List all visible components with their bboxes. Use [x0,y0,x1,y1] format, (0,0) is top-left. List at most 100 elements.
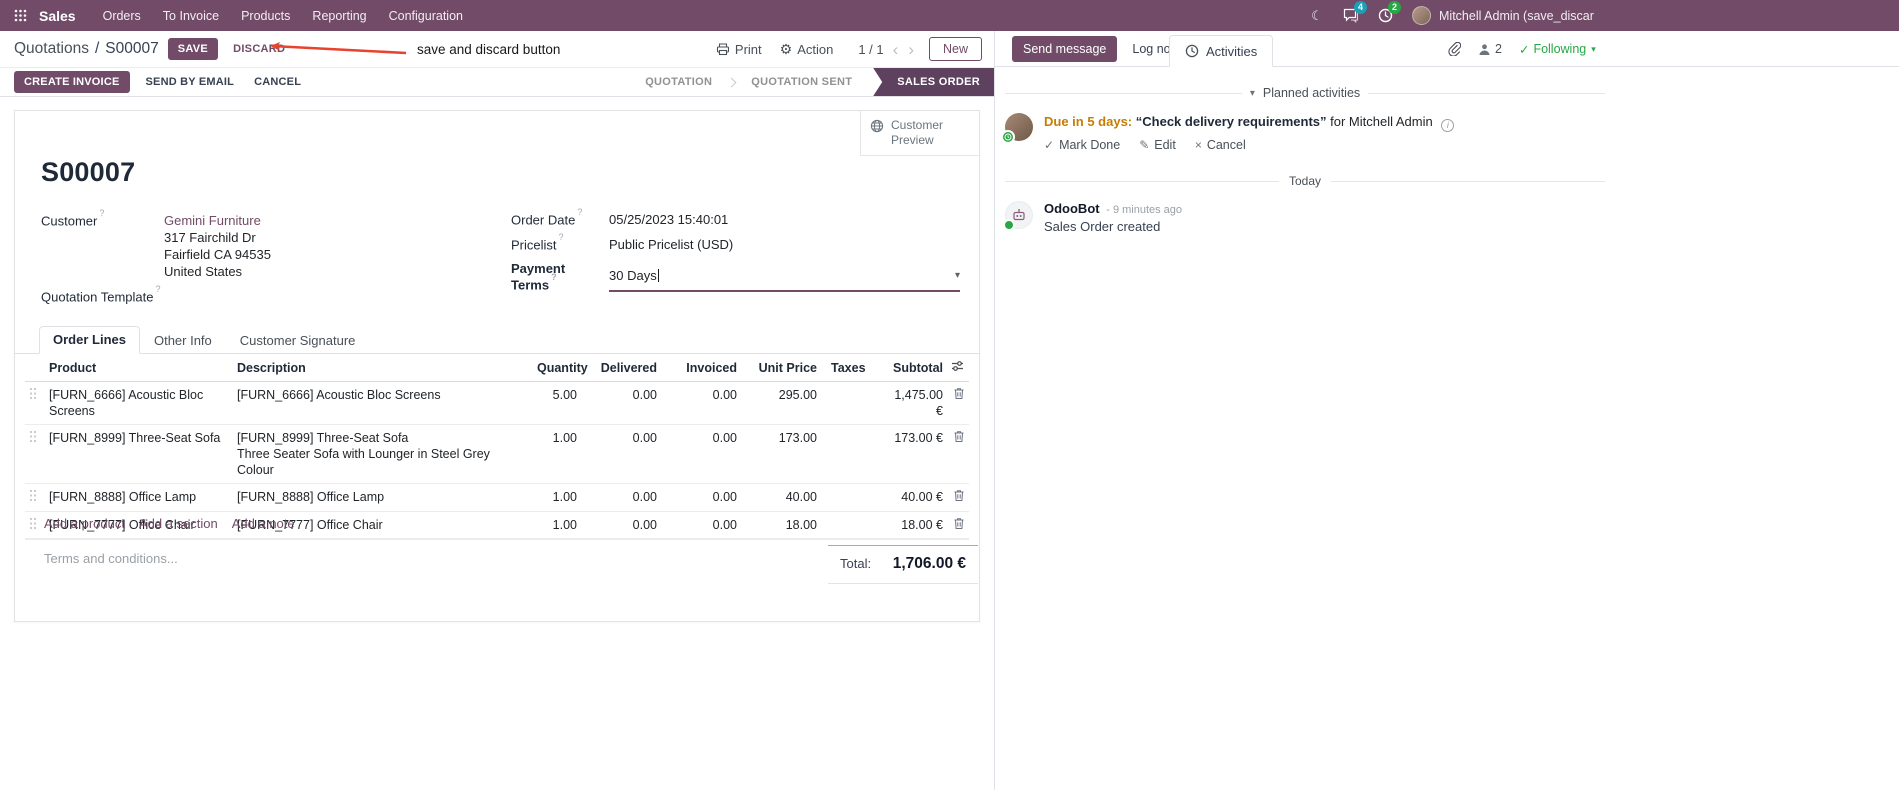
delete-line-icon[interactable] [947,424,969,484]
pager-next-icon[interactable]: › [903,41,919,58]
statusbar: CREATE INVOICE SEND BY EMAIL CANCEL QUOT… [0,67,994,97]
create-invoice-button[interactable]: CREATE INVOICE [14,71,130,93]
cell-invoiced[interactable]: 0.00 [661,424,741,484]
cell-product[interactable]: [FURN_8999] Three-Seat Sofa [45,424,233,484]
menu-products[interactable]: Products [230,0,301,31]
text-cursor [657,268,659,282]
cell-description[interactable]: [FURN_8999] Three-Seat Sofa Three Seater… [233,424,533,484]
cancel-activity-button[interactable]: × Cancel [1195,138,1246,152]
tab-order-lines[interactable]: Order Lines [39,326,140,354]
cell-taxes[interactable] [821,381,881,425]
delete-line-icon[interactable] [947,483,969,512]
dark-mode-moon-icon[interactable]: ☾ [1300,0,1334,31]
cell-product[interactable]: [FURN_8888] Office Lamp [45,483,233,512]
menu-reporting[interactable]: Reporting [301,0,377,31]
cell-delivered[interactable]: 0.00 [581,483,661,512]
caret-down-icon: ▾ [1249,87,1255,99]
pager-previous-icon[interactable]: ‹ [888,41,904,58]
cell-taxes[interactable] [821,483,881,512]
menu-configuration[interactable]: Configuration [378,0,474,31]
cell-quantity[interactable]: 5.00 [533,381,581,425]
add-a-note-link[interactable]: Add a note [232,516,295,531]
delete-line-icon[interactable] [947,381,969,425]
cell-taxes[interactable] [821,424,881,484]
user-menu[interactable]: Mitchell Admin (save_discar [1439,9,1594,23]
tab-customer-signature[interactable]: Customer Signature [226,327,370,354]
message-header: OdooBot - 9 minutes ago [1044,201,1182,216]
breadcrumb-current: S00007 [105,40,159,57]
cell-quantity[interactable]: 1.00 [533,424,581,484]
order-line-row[interactable]: [FURN_8999] Three-Seat Sofa [FURN_8999] … [25,424,969,484]
help-icon: ? [155,284,161,294]
cell-subtotal: 40.00 € [881,483,947,512]
app-name[interactable]: Sales [39,8,76,24]
status-quotation-sent[interactable]: QUOTATION SENT [736,68,867,96]
cell-description[interactable]: [FURN_6666] Acoustic Bloc Screens [233,381,533,425]
order-date-value[interactable]: 05/25/2023 15:40:01 [609,211,728,228]
mark-done-button[interactable]: ✓ Mark Done [1044,138,1120,152]
send-message-button[interactable]: Send message [1012,35,1118,62]
cell-delivered[interactable]: 0.00 [581,381,661,425]
apps-grid-icon[interactable] [8,0,37,31]
customer-link[interactable]: Gemini Furniture [164,212,271,229]
followers-button[interactable]: 2 [1478,42,1502,56]
print-button[interactable]: Print [707,38,771,61]
total-value: 1,706.00 € [892,555,966,572]
cell-delivered[interactable]: 0.00 [581,424,661,484]
quotation-template-field[interactable]: Quotation Template? [41,284,481,304]
payment-terms-field: Payment Terms? 30 Days ▾ [511,261,960,293]
cell-unit-price[interactable]: 173.00 [741,424,821,484]
person-icon [1479,43,1490,55]
user-avatar[interactable] [1412,6,1431,25]
edit-activity-button[interactable]: ✎ Edit [1139,138,1176,152]
attachments-icon[interactable] [1447,42,1461,56]
cell-quantity[interactable]: 1.00 [533,483,581,512]
activities-badge: 2 [1388,1,1401,14]
menu-to-invoice[interactable]: To Invoice [152,0,230,31]
planned-activities-toggle[interactable]: ▾ Planned activities [1005,86,1605,100]
drag-handle-icon[interactable] [25,381,45,425]
help-icon: ? [577,207,583,217]
activities-clock-icon[interactable]: 2 [1368,0,1402,31]
column-invoiced: Invoiced [661,354,741,382]
cell-subtotal: 1,475.00 € [881,381,947,425]
add-a-section-link[interactable]: Add a section [139,516,218,531]
drag-handle-icon[interactable] [25,424,45,484]
status-sales-order[interactable]: SALES ORDER [873,68,994,96]
add-a-product-link[interactable]: Add a product [44,516,125,531]
payment-terms-input[interactable]: 30 Days ▾ [609,261,960,293]
dropdown-caret-icon[interactable]: ▾ [955,270,960,281]
status-quotation[interactable]: QUOTATION [630,68,727,96]
cell-unit-price[interactable]: 295.00 [741,381,821,425]
terms-placeholder[interactable]: Terms and conditions... [44,551,178,566]
save-button[interactable]: SAVE [167,38,219,60]
order-line-row[interactable]: [FURN_8888] Office Lamp [FURN_8888] Offi… [25,483,969,512]
fields-left-column: Customer? Gemini Furniture 317 Fairchild… [41,208,481,312]
pricelist-value[interactable]: Public Pricelist (USD) [609,236,733,253]
cell-invoiced[interactable]: 0.00 [661,381,741,425]
info-icon[interactable]: i [1441,119,1455,132]
cell-unit-price[interactable]: 40.00 [741,483,821,512]
cancel-order-button[interactable]: CANCEL [250,71,305,93]
customer-preview-button[interactable]: Customer Preview [860,111,979,156]
drag-handle-icon[interactable] [25,483,45,512]
cell-invoiced[interactable]: 0.00 [661,483,741,512]
send-by-email-button[interactable]: SEND BY EMAIL [142,71,239,93]
tab-activities[interactable]: Activities [1169,35,1274,67]
globe-icon [870,119,884,133]
new-button[interactable]: New [928,37,982,61]
order-line-row[interactable]: [FURN_6666] Acoustic Bloc Screens [FURN_… [25,381,969,425]
following-button[interactable]: ✓ Following ▾ [1519,42,1596,57]
chatter-toolbar: Send message Log note Activities 2 ✓ Fol… [995,31,1899,67]
optional-columns-icon[interactable] [947,354,969,382]
check-icon: ✓ [1518,42,1530,57]
action-button[interactable]: ⚙ Action [771,38,843,61]
messages-icon[interactable]: 4 [1334,0,1368,31]
menu-orders[interactable]: Orders [92,0,152,31]
cell-description[interactable]: [FURN_8888] Office Lamp [233,483,533,512]
control-panel-actions: Print ⚙ Action 1 / 1 ‹ › New [707,37,982,61]
message-author[interactable]: OdooBot [1044,201,1100,216]
breadcrumb-quotations[interactable]: Quotations [14,40,89,58]
cell-product[interactable]: [FURN_6666] Acoustic Bloc Screens [45,381,233,425]
tab-other-info[interactable]: Other Info [140,327,226,354]
